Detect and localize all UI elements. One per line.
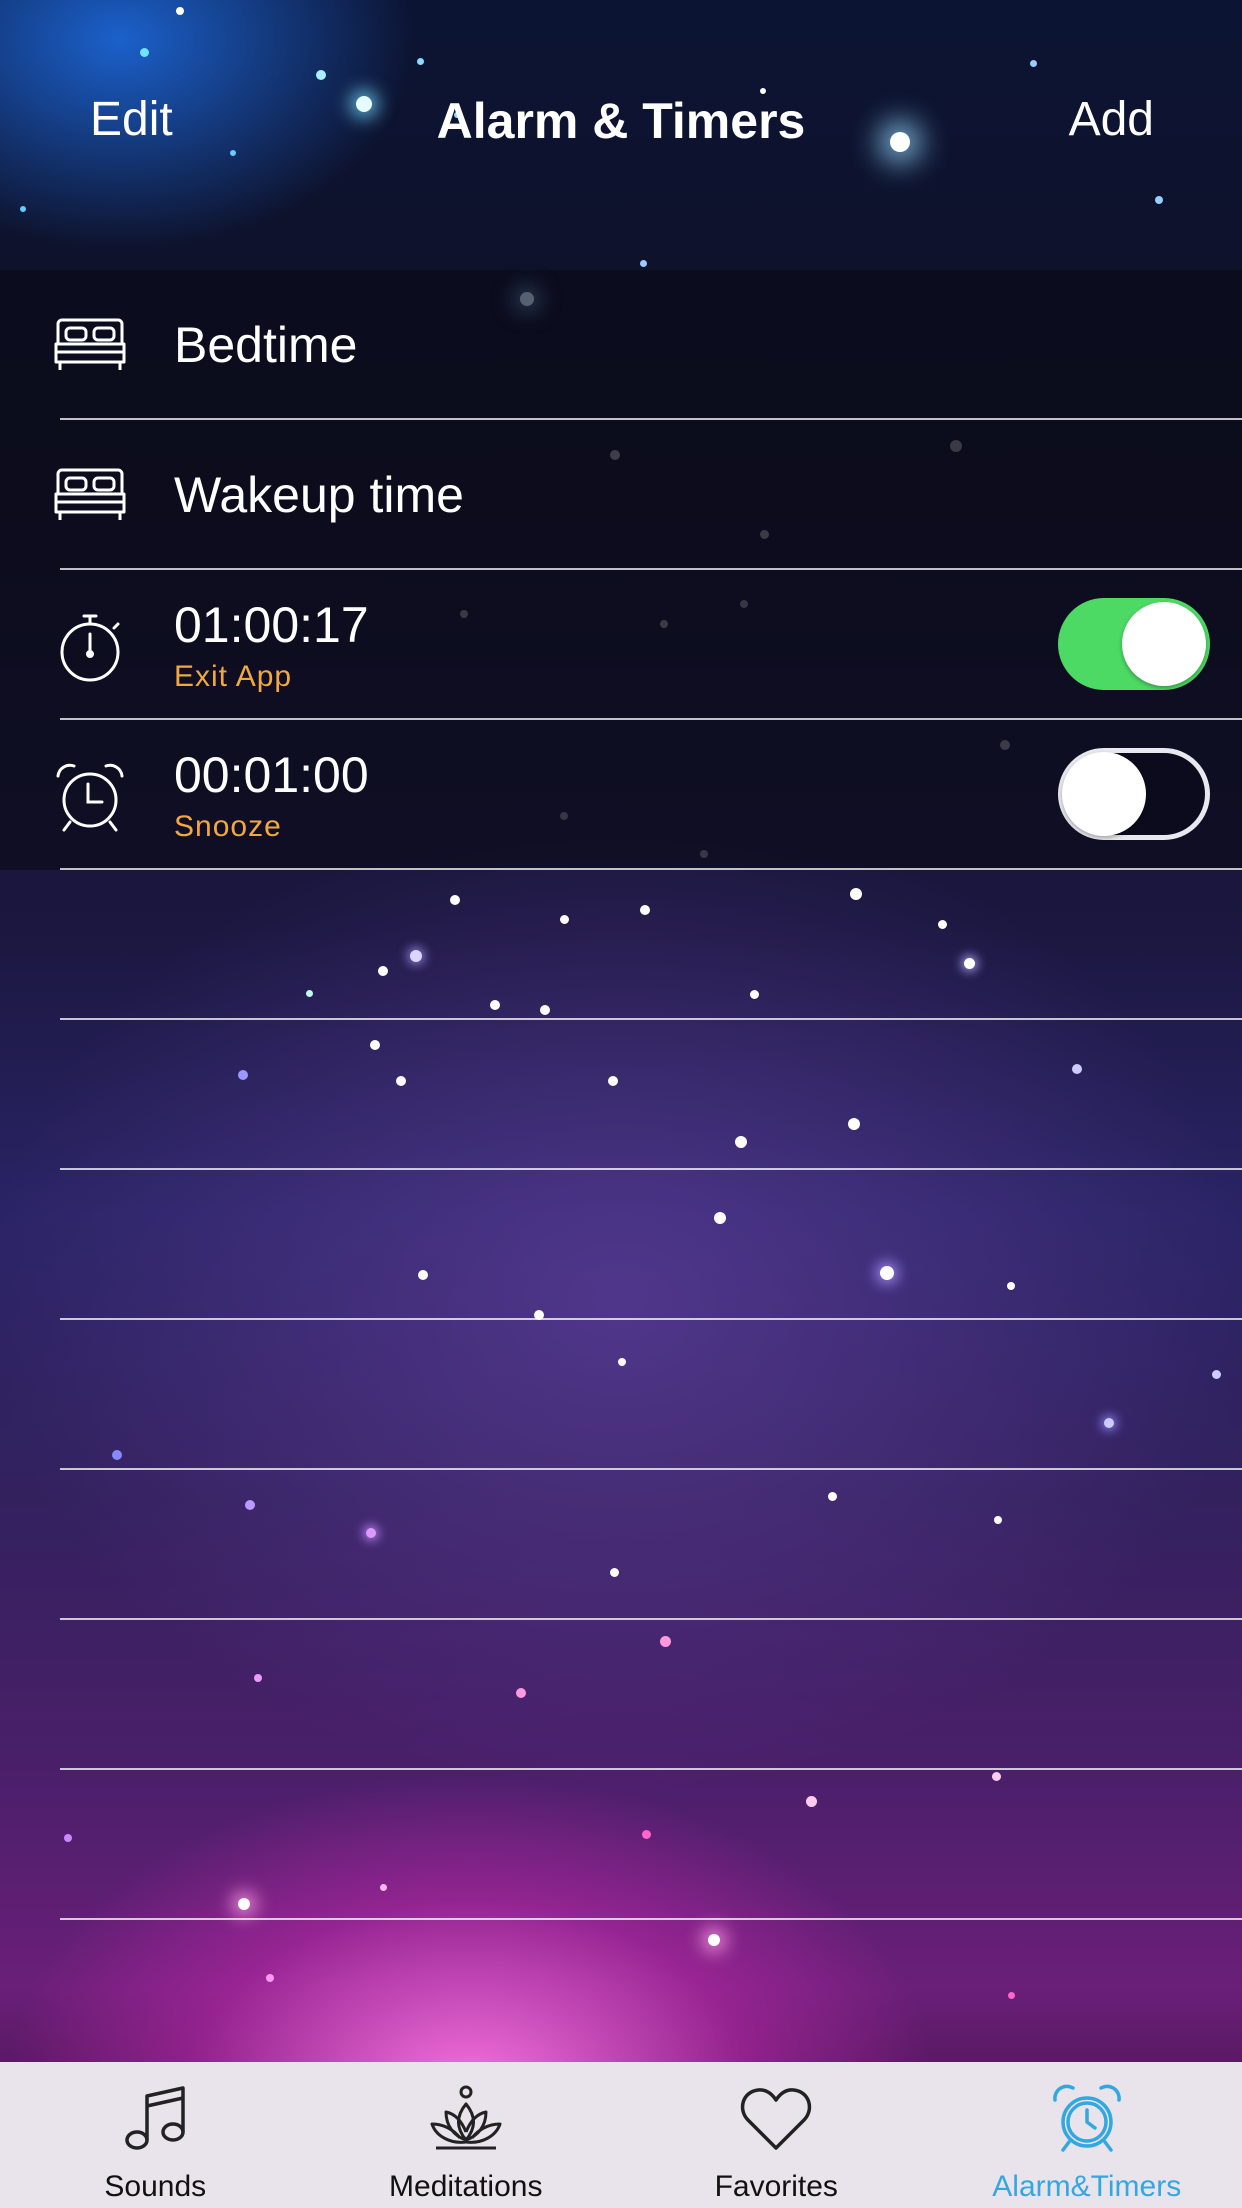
alarm-time: 00:01:00	[174, 747, 369, 803]
list-item-exit-app-timer[interactable]: 01:00:17 Exit App	[0, 570, 1242, 720]
empty-row	[0, 1020, 1242, 1170]
empty-row	[0, 1620, 1242, 1770]
row-title: Wakeup time	[174, 467, 464, 523]
tab-meditations[interactable]: Meditations	[311, 2062, 622, 2208]
empty-row	[0, 1320, 1242, 1470]
toggle-knob	[1122, 602, 1206, 686]
alarm-clock-icon	[1047, 2082, 1127, 2156]
alarm-action-label: Snooze	[174, 810, 282, 843]
alarm-clock-icon	[52, 760, 128, 832]
tab-favorites[interactable]: Favorites	[621, 2062, 932, 2208]
bed-icon	[52, 460, 128, 532]
nav-bar: Edit Alarm & Timers Add	[0, 0, 1242, 270]
row-title: Bedtime	[174, 317, 358, 373]
list-item-snooze-alarm[interactable]: 00:01:00 Snooze	[0, 720, 1242, 870]
alarm-timer-list: Bedtime Wakeup time 01:00:17 Exit App 00…	[0, 270, 1242, 1920]
empty-row	[0, 1170, 1242, 1320]
lotus-icon	[426, 2082, 506, 2156]
music-note-icon	[115, 2082, 195, 2156]
tab-bar: Sounds Meditations Favorites Alarm&Timer…	[0, 2062, 1242, 2208]
toggle-knob	[1062, 752, 1146, 836]
tab-alarm-timers[interactable]: Alarm&Timers	[932, 2062, 1242, 2208]
empty-row	[0, 870, 1242, 1020]
timer-toggle[interactable]	[1058, 598, 1210, 690]
heart-icon	[736, 2082, 816, 2156]
tab-label: Meditations	[389, 2170, 543, 2203]
tab-label: Sounds	[104, 2170, 207, 2203]
list-item-wakeup-time[interactable]: Wakeup time	[0, 420, 1242, 570]
alarm-toggle[interactable]	[1058, 748, 1210, 840]
timer-value: 01:00:17	[174, 597, 369, 653]
add-button[interactable]: Add	[1069, 92, 1154, 147]
empty-row	[0, 1770, 1242, 1920]
bed-icon	[52, 310, 128, 382]
page-title: Alarm & Timers	[436, 93, 806, 149]
empty-row	[0, 1470, 1242, 1620]
tab-sounds[interactable]: Sounds	[0, 2062, 311, 2208]
tab-label: Favorites	[714, 2170, 838, 2203]
tab-label: Alarm&Timers	[992, 2170, 1182, 2203]
stopwatch-icon	[52, 610, 128, 682]
timer-action-label: Exit App	[174, 660, 293, 693]
list-item-bedtime[interactable]: Bedtime	[0, 270, 1242, 420]
